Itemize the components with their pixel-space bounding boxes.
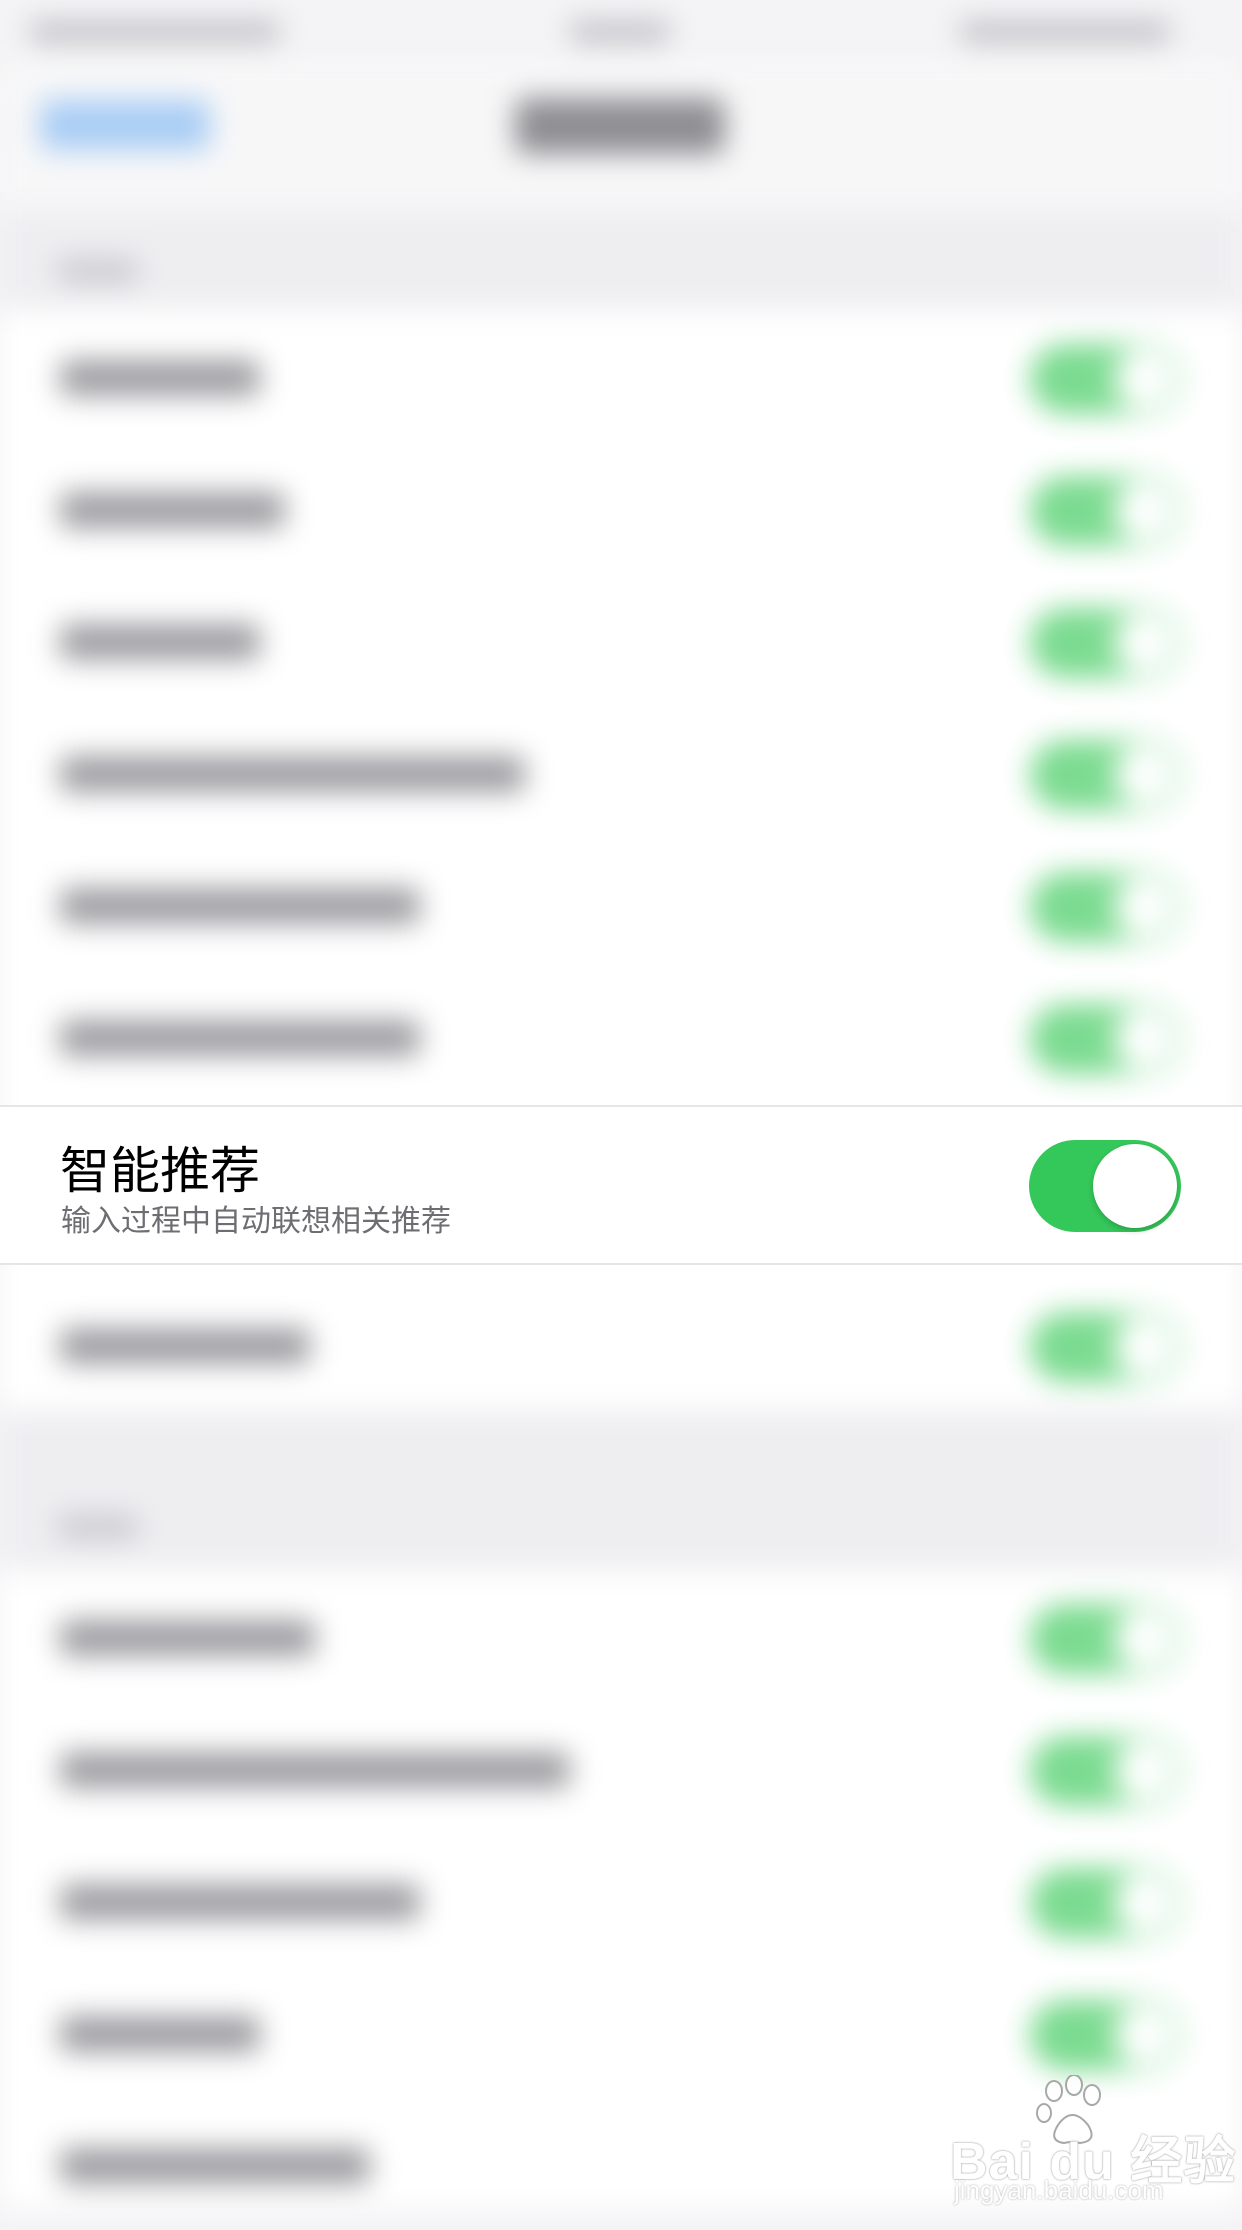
toggle-switch[interactable] xyxy=(1030,1312,1180,1382)
toggle-switch[interactable] xyxy=(1030,2000,1180,2070)
setting-row[interactable] xyxy=(0,1278,1242,1410)
toggle-switch[interactable] xyxy=(1030,476,1180,546)
setting-row[interactable] xyxy=(0,970,1242,1102)
toggle-switch[interactable] xyxy=(1030,872,1180,942)
setting-row[interactable] xyxy=(0,310,1242,442)
watermark-url: jingyan.baidu.com xyxy=(954,2175,1164,2205)
back-button[interactable] xyxy=(40,100,210,150)
smart-recommendation-toggle[interactable] xyxy=(1029,1140,1181,1232)
page-title xyxy=(515,98,725,154)
status-bar xyxy=(0,0,1242,60)
blurred-background xyxy=(0,0,1242,2208)
setting-description: 输入过程中自动联想相关推荐 xyxy=(61,1204,451,1239)
toggle-switch[interactable] xyxy=(1030,1604,1180,1674)
smart-recommendation-row[interactable]: 智能推荐 输入过程中自动联想相关推荐 xyxy=(0,1105,1242,1265)
toggle-switch[interactable] xyxy=(1030,1868,1180,1938)
toggle-switch[interactable] xyxy=(1030,1004,1180,1074)
setting-row[interactable] xyxy=(0,706,1242,838)
toggle-switch[interactable] xyxy=(1030,344,1180,414)
toggle-knob xyxy=(1093,1144,1177,1228)
setting-row[interactable] xyxy=(0,1570,1242,1702)
toggle-switch[interactable] xyxy=(1030,740,1180,810)
toggle-switch[interactable] xyxy=(1030,608,1180,678)
section-header xyxy=(0,210,1242,310)
setting-row[interactable] xyxy=(0,442,1242,574)
section-header xyxy=(0,1410,1242,1570)
toggle-switch[interactable] xyxy=(1030,1736,1180,1806)
setting-title: 智能推荐 xyxy=(60,1142,260,1200)
setting-row[interactable] xyxy=(0,574,1242,706)
setting-row[interactable] xyxy=(0,1834,1242,1966)
watermark: Bai du 经验 jingyan.baidu.com xyxy=(950,2075,1235,2205)
setting-row[interactable] xyxy=(0,1702,1242,1834)
setting-row[interactable] xyxy=(0,838,1242,970)
